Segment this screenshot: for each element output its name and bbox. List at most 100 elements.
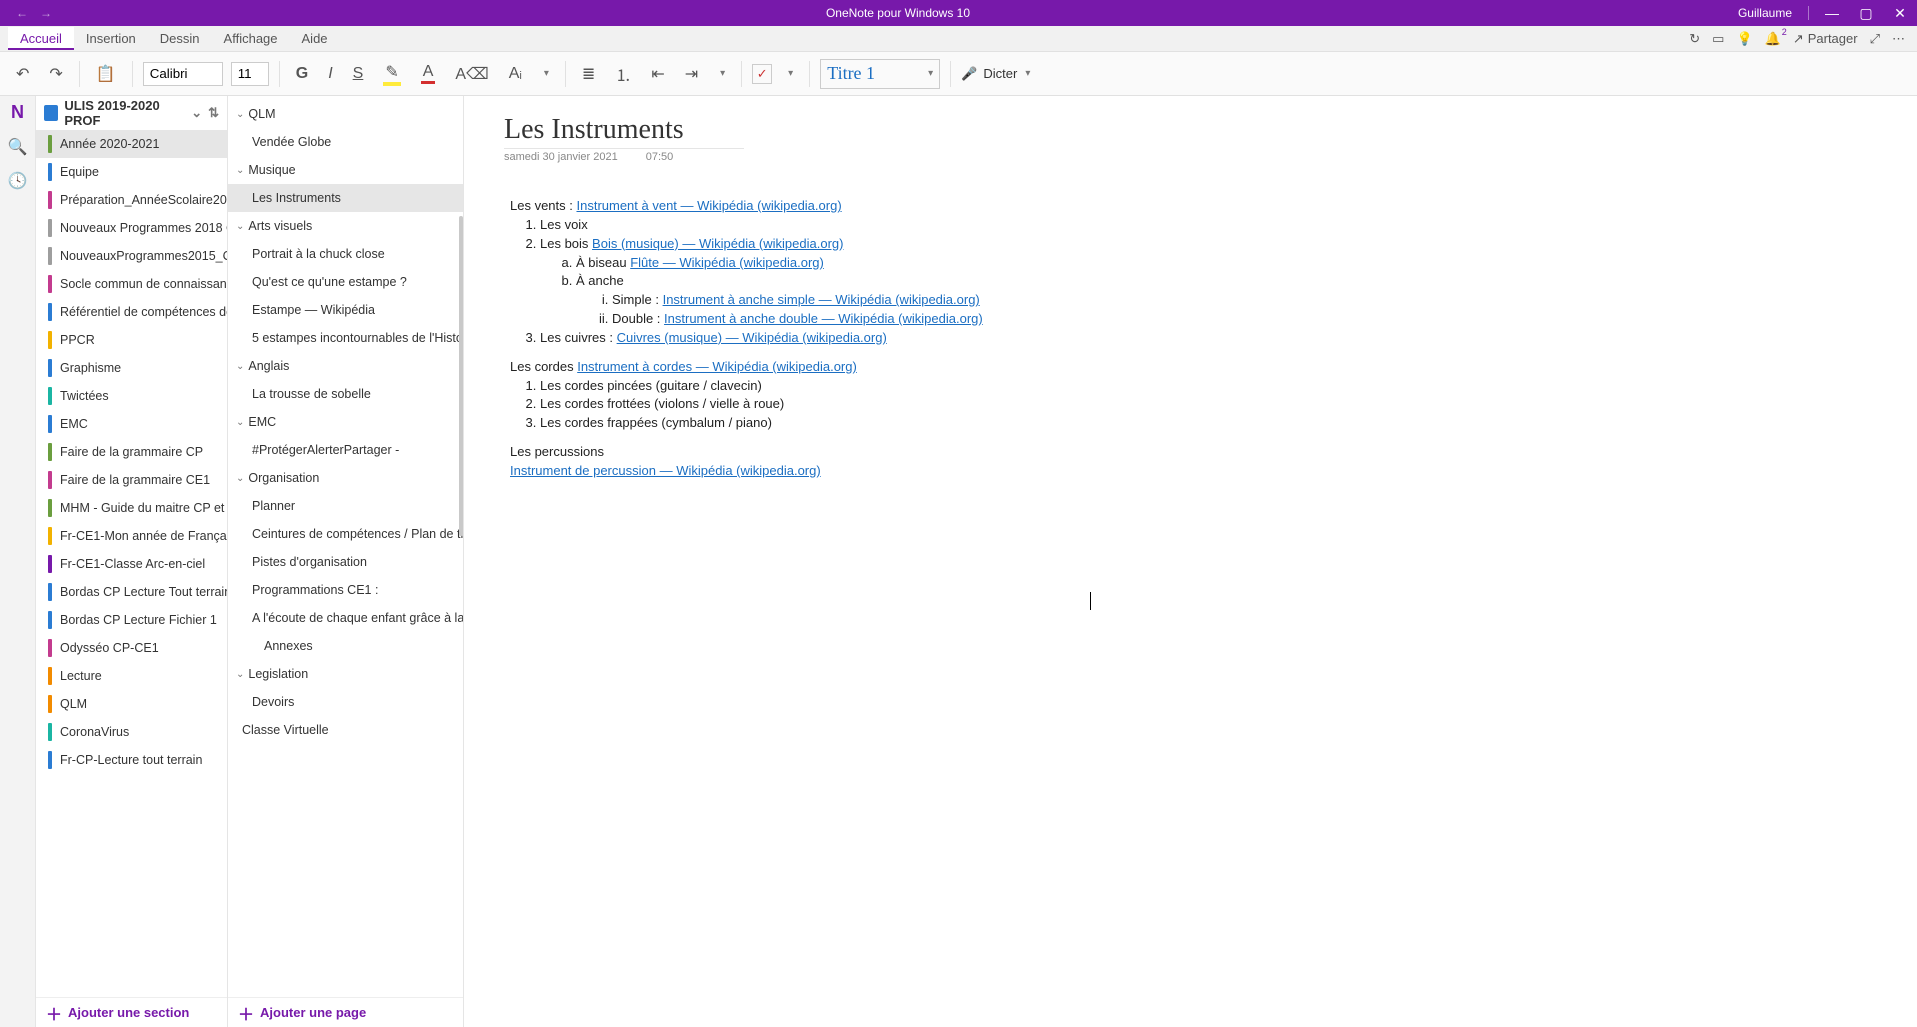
font-name-input[interactable] xyxy=(143,62,223,86)
feed-icon[interactable]: ▭ xyxy=(1712,31,1724,47)
section-item[interactable]: Préparation_AnnéeScolaire2019... xyxy=(36,186,227,214)
page-item[interactable]: Les Instruments xyxy=(228,184,463,212)
search-icon[interactable]: 🔍 xyxy=(8,137,28,157)
page-group-header[interactable]: ⌄QLM xyxy=(228,100,463,128)
page-group-header[interactable]: ⌄Arts visuels xyxy=(228,212,463,240)
share-button[interactable]: ↗ Partager xyxy=(1793,31,1858,47)
page-item[interactable]: Portrait à la chuck close xyxy=(228,240,463,268)
clipboard-icon[interactable]: 📋 xyxy=(90,60,122,88)
indent-button[interactable]: ⇥ xyxy=(679,60,704,88)
list-item[interactable]: Les voix xyxy=(540,216,1224,235)
maximize-icon[interactable]: ▢ xyxy=(1849,5,1883,22)
page-item[interactable]: Programmations CE1 : xyxy=(228,576,463,604)
note-canvas[interactable]: Les Instruments samedi 30 janvier 2021 0… xyxy=(464,96,1917,1027)
bell-icon[interactable]: 🔔2 xyxy=(1765,31,1781,47)
add-section-button[interactable]: ＋ Ajouter une section xyxy=(36,997,227,1027)
ribbon-tab-dessin[interactable]: Dessin xyxy=(148,27,212,50)
list-item[interactable]: Les cordes frappées (cymbalum / piano) xyxy=(540,414,1224,433)
section-item[interactable]: Faire de la grammaire CP xyxy=(36,438,227,466)
percussion-heading[interactable]: Les percussions xyxy=(510,443,1224,462)
app-icon[interactable]: N xyxy=(11,102,24,123)
page-item[interactable]: #ProtégerAlerterPartager - xyxy=(228,436,463,464)
minimize-icon[interactable]: — xyxy=(1815,5,1849,21)
list-item[interactable]: À biseau Flûte — Wikipédia (wikipedia.or… xyxy=(576,254,1224,273)
page-item[interactable]: Vendée Globe xyxy=(228,128,463,156)
ribbon-tab-accueil[interactable]: Accueil xyxy=(8,27,74,50)
section-item[interactable]: CoronaVirus xyxy=(36,718,227,746)
page-item[interactable]: Qu'est ce qu'une estampe ? xyxy=(228,268,463,296)
section-item[interactable]: Référentiel de compétences des... xyxy=(36,298,227,326)
style-select[interactable]: Titre 1▾ xyxy=(820,59,940,89)
list-item[interactable]: Simple : Instrument à anche simple — Wik… xyxy=(612,291,1224,310)
list-item[interactable]: Double : Instrument à anche double — Wik… xyxy=(612,310,1224,329)
page-group-header[interactable]: ⌄EMC xyxy=(228,408,463,436)
section-item[interactable]: Fr-CE1-Classe Arc-en-ciel xyxy=(36,550,227,578)
link-percussion[interactable]: Instrument de percussion — Wikipédia (wi… xyxy=(510,463,821,478)
page-group-header[interactable]: ⌄Musique xyxy=(228,156,463,184)
outdent-button[interactable]: ⇤ xyxy=(645,60,670,88)
section-item[interactable]: Nouveaux Programmes 2018 C2 xyxy=(36,214,227,242)
page-title[interactable]: Les Instruments xyxy=(504,114,744,149)
page-group-header[interactable]: ⌄Anglais xyxy=(228,352,463,380)
underline-button[interactable]: S xyxy=(347,61,370,87)
nav-back-icon[interactable]: ← xyxy=(16,6,28,20)
list-item[interactable]: Les cordes frottées (violons / vielle à … xyxy=(540,395,1224,414)
section-item[interactable]: Bordas CP Lecture Tout terrain xyxy=(36,578,227,606)
section-item[interactable]: Socle commun de connaissanc... xyxy=(36,270,227,298)
section-item[interactable]: Fr-CP-Lecture tout terrain xyxy=(36,746,227,774)
ribbon-tab-insertion[interactable]: Insertion xyxy=(74,27,148,50)
link-anche-double[interactable]: Instrument à anche double — Wikipédia (w… xyxy=(664,311,983,326)
page-item[interactable]: Ceintures de compétences / Plan de trava… xyxy=(228,520,463,548)
user-name[interactable]: Guillaume xyxy=(1728,6,1802,20)
section-item[interactable]: QLM xyxy=(36,690,227,718)
tag-dropdown[interactable]: ▾ xyxy=(780,64,799,83)
section-item[interactable]: NouveauxProgrammes2015_Cyc... xyxy=(36,242,227,270)
link-vents[interactable]: Instrument à vent — Wikipédia (wikipedia… xyxy=(576,198,841,213)
section-item[interactable]: Faire de la grammaire CE1 xyxy=(36,466,227,494)
notebook-picker[interactable]: ULIS 2019-2020 PROF ⌄ ⇅ xyxy=(36,96,227,130)
section-item[interactable]: Twictées xyxy=(36,382,227,410)
scrollbar[interactable] xyxy=(459,216,463,536)
section-item[interactable]: Année 2020-2021 xyxy=(36,130,227,158)
lightbulb-icon[interactable]: 💡 xyxy=(1736,31,1752,47)
page-group-header[interactable]: ⌄Organisation xyxy=(228,464,463,492)
page-item[interactable]: Annexes xyxy=(228,632,463,660)
italic-button[interactable]: I xyxy=(322,61,338,87)
page-item[interactable]: Estampe — Wikipédia xyxy=(228,296,463,324)
page-item[interactable]: Classe Virtuelle xyxy=(228,716,463,744)
bulleted-list-button[interactable]: ≣ xyxy=(576,60,601,88)
format-painter-button[interactable]: Aᵢ xyxy=(503,61,528,87)
dictate-button[interactable]: 🎤 Dicter ▾ xyxy=(961,66,1030,82)
section-item[interactable]: Fr-CE1-Mon année de Français xyxy=(36,522,227,550)
page-item[interactable]: La trousse de sobelle xyxy=(228,380,463,408)
section-item[interactable]: PPCR xyxy=(36,326,227,354)
section-item[interactable]: EMC xyxy=(36,410,227,438)
numbered-list-button[interactable]: ⒈ xyxy=(609,58,637,90)
highlight-button[interactable]: ✎ xyxy=(377,58,406,90)
font-size-input[interactable] xyxy=(231,62,269,86)
font-more-dropdown[interactable]: ▾ xyxy=(536,64,555,83)
page-item[interactable]: Devoirs xyxy=(228,688,463,716)
close-icon[interactable]: ✕ xyxy=(1883,5,1917,22)
link-bois[interactable]: Bois (musique) — Wikipédia (wikipedia.or… xyxy=(592,236,843,251)
page-item[interactable]: Pistes d'organisation xyxy=(228,548,463,576)
section-item[interactable]: Bordas CP Lecture Fichier 1 xyxy=(36,606,227,634)
clear-format-button[interactable]: A⌫ xyxy=(449,60,494,88)
sync-icon[interactable]: ↻ xyxy=(1689,31,1700,47)
nav-forward-icon[interactable]: → xyxy=(40,6,52,20)
recent-icon[interactable]: 🕓 xyxy=(8,171,28,191)
ribbon-tab-aide[interactable]: Aide xyxy=(290,27,340,50)
link-cordes[interactable]: Instrument à cordes — Wikipédia (wikiped… xyxy=(577,359,857,374)
page-item[interactable]: A l'écoute de chaque enfant grâce à la d… xyxy=(228,604,463,632)
link-flute[interactable]: Flûte — Wikipédia (wikipedia.org) xyxy=(630,255,824,270)
section-item[interactable]: Odysséo CP-CE1 xyxy=(36,634,227,662)
section-item[interactable]: Equipe xyxy=(36,158,227,186)
add-page-button[interactable]: ＋ Ajouter une page xyxy=(228,997,463,1027)
section-item[interactable]: MHM - Guide du maitre CP et C... xyxy=(36,494,227,522)
font-color-button[interactable]: A xyxy=(415,59,442,88)
todo-tag-button[interactable]: ✓ xyxy=(752,64,772,84)
list-item[interactable]: Les cordes pincées (guitare / clavecin) xyxy=(540,377,1224,396)
link-cuivres[interactable]: Cuivres (musique) — Wikipédia (wikipedia… xyxy=(617,330,887,345)
fullscreen-icon[interactable]: ⤢ xyxy=(1870,31,1880,47)
more-icon[interactable]: ⋯ xyxy=(1892,31,1905,47)
